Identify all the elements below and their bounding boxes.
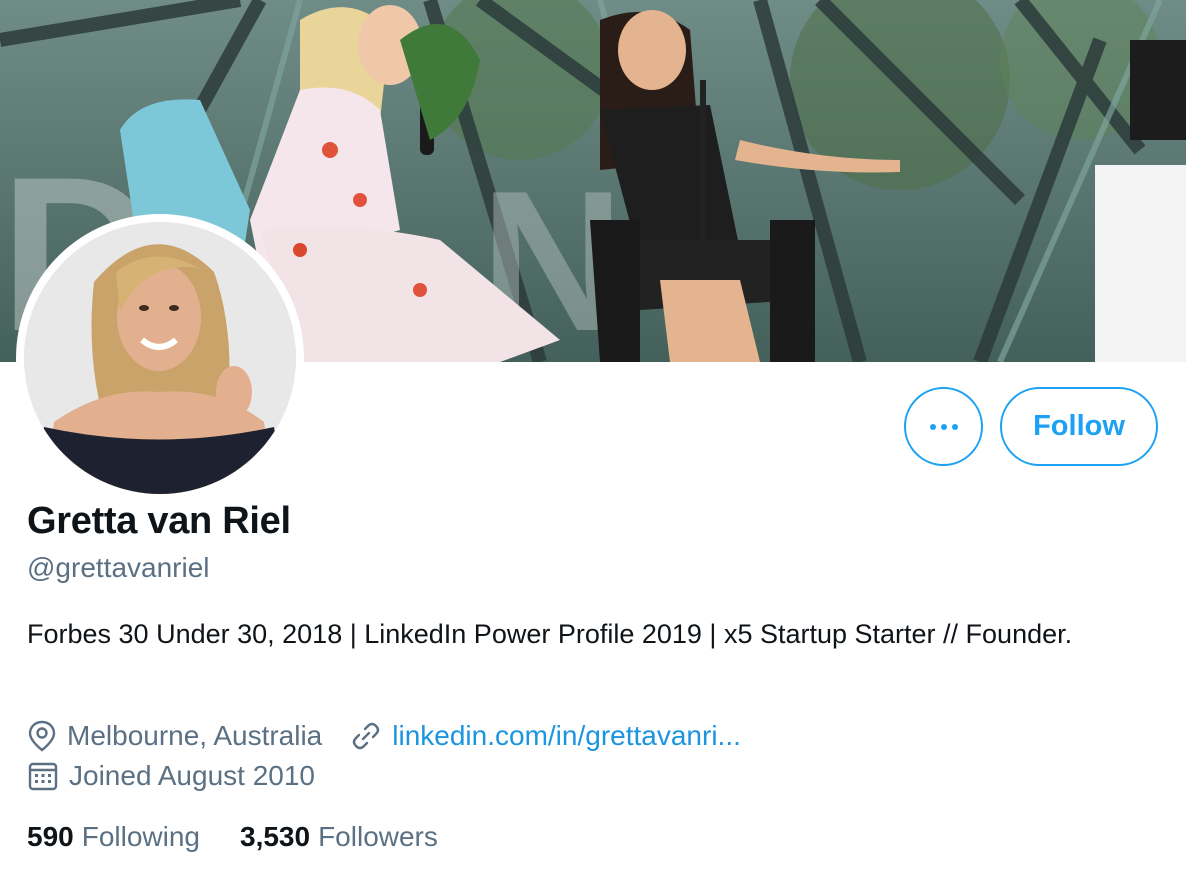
calendar-icon [28, 762, 58, 791]
display-name: Gretta van Riel [27, 500, 291, 542]
location-item: Melbourne, Australia [27, 720, 322, 752]
location-text: Melbourne, Australia [67, 720, 323, 751]
following-count: 590 [27, 821, 74, 852]
more-dots-icon [929, 423, 958, 430]
link-icon [353, 722, 380, 750]
followers-stat[interactable]: 3,530 Followers [240, 821, 438, 853]
follow-button[interactable]: Follow [1000, 387, 1158, 466]
profile-bio: Forbes 30 Under 30, 2018 | LinkedIn Powe… [27, 619, 1073, 649]
profile-handle: @grettavanriel [27, 552, 210, 583]
avatar-photo [24, 222, 296, 494]
website-item[interactable]: linkedin.com/in/grettavanri... [350, 720, 741, 752]
following-stat[interactable]: 590 Following [27, 821, 200, 853]
profile-joined-row: Joined August 2010 [27, 757, 343, 795]
joined-item: Joined August 2010 [27, 760, 315, 792]
joined-text: Joined August 2010 [69, 760, 315, 791]
followers-count: 3,530 [240, 821, 311, 852]
website-link[interactable]: linkedin.com/in/grettavanri... [392, 720, 741, 752]
location-pin-icon [28, 720, 56, 752]
profile-avatar[interactable] [16, 214, 304, 502]
profile-meta-row: Melbourne, Australia linkedin.com/in/gre… [27, 717, 769, 755]
followers-label: Followers [318, 821, 438, 852]
more-options-button[interactable] [904, 387, 983, 466]
profile-stats: 590 Following 3,530 Followers [27, 821, 478, 853]
following-label: Following [81, 821, 200, 852]
avatar-illustration [24, 222, 296, 494]
